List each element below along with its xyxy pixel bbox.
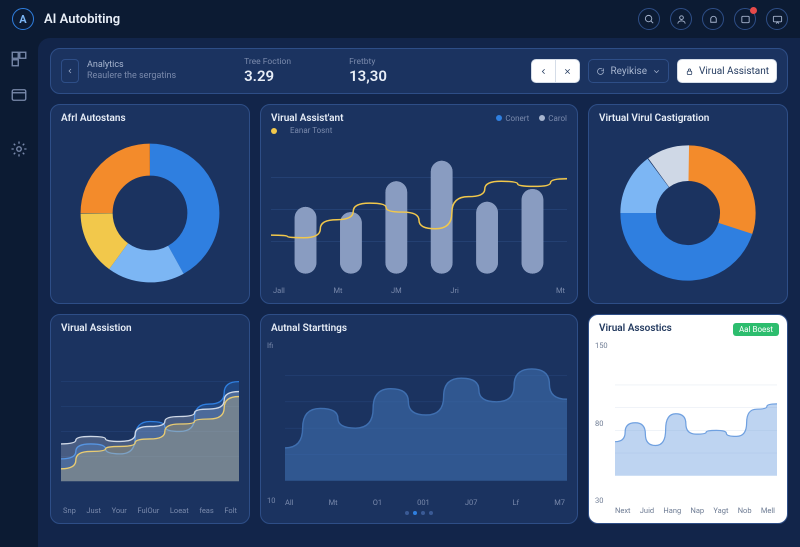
badge-boost[interactable]: Aal Boest — [733, 323, 779, 336]
chevron-down-icon — [652, 67, 661, 76]
assistant-button[interactable]: Virual Assistant — [677, 59, 777, 83]
breadcrumb-title: Analytics — [87, 60, 176, 71]
search-icon[interactable] — [638, 8, 660, 30]
area-chart-1 — [61, 334, 239, 504]
area1-xaxis: SnpJustYourFulOurLoeatfeasFolt — [61, 504, 239, 515]
breadcrumb-back[interactable] — [61, 59, 79, 83]
app-title: AI Autobiting — [44, 12, 120, 27]
left-rail — [0, 38, 38, 547]
notification-icon[interactable] — [734, 8, 756, 30]
refresh-label: Reyikise — [610, 66, 647, 77]
card-area-1: Virual Assistion SnpJustYourFulOurLoeatf… — [50, 314, 250, 524]
bell-icon[interactable] — [702, 8, 724, 30]
assistant-label: Virual Assistant — [699, 66, 769, 77]
chat-icon[interactable] — [766, 8, 788, 30]
nav-close-button[interactable] — [555, 59, 580, 83]
metric-1-label: Tree Foction — [244, 57, 291, 67]
donut-chart-1 — [61, 124, 239, 302]
card-bars-legend: Conert Carol — [496, 114, 567, 123]
donut-chart-2 — [599, 124, 777, 302]
nav-segment — [531, 59, 580, 83]
refresh-button[interactable]: Reyikise — [588, 59, 669, 83]
card-bars-title: Virual Assist'ant — [271, 113, 344, 124]
area-chart-3 — [615, 334, 777, 504]
area3-yaxis: 1508030 — [595, 341, 608, 505]
area3-xaxis: NextJuidHangNapYagtNobMell — [599, 504, 777, 515]
breadcrumb: Analytics Reaulere the sergatins — [61, 59, 176, 83]
dashboard-grid: Afrl Autostans Virual Assist'ant Conert — [50, 104, 788, 524]
card-area-2: Autnal Starttings Ifi10 AllMtO1001J07LfM… — [260, 314, 578, 524]
bars-xaxis: JallMtJMJriMt — [271, 284, 567, 295]
card-donut-1: Afrl Autostans — [50, 104, 250, 304]
series-label: Eanar Tosnt — [290, 126, 332, 135]
lock-icon — [685, 67, 694, 76]
metric-2-label: Fretbty — [349, 57, 387, 67]
breadcrumb-subtitle: Reaulere the sergatins — [87, 71, 176, 82]
bar-chart — [271, 135, 567, 284]
card-donut-2: Virtual Virul Castigration — [588, 104, 788, 304]
rail-item-window[interactable] — [10, 86, 28, 104]
card-area-3: Virual Assostics Aal Boest 1508030 NextJ… — [588, 314, 788, 524]
top-bar: A AI Autobiting — [0, 0, 800, 38]
metric-1-value: 3.29 — [244, 67, 291, 85]
nav-back-button[interactable] — [531, 59, 555, 83]
card-area-1-title: Virual Assistion — [61, 323, 239, 334]
rail-item-dashboard[interactable] — [10, 50, 28, 68]
card-donut-1-title: Afrl Autostans — [61, 113, 239, 124]
metric-2: Fretbty 13,30 — [349, 57, 387, 85]
area2-yaxis: Ifi10 — [267, 341, 275, 505]
metric-2-value: 13,30 — [349, 67, 387, 85]
card-donut-2-title: Virtual Virul Castigration — [599, 113, 777, 124]
area2-xaxis: AllMtO1001J07LfM7 — [271, 496, 567, 507]
main-area: Analytics Reaulere the sergatins Tree Fo… — [38, 38, 800, 547]
metric-1: Tree Foction 3.29 — [244, 57, 291, 85]
user-icon[interactable] — [670, 8, 692, 30]
card-area-2-title: Autnal Starttings — [271, 323, 567, 334]
rail-item-settings[interactable] — [10, 140, 28, 158]
card-bars: Virual Assist'ant Conert Carol Eanar Tos… — [260, 104, 578, 304]
pager-dots[interactable] — [271, 511, 567, 515]
area-chart-2 — [285, 334, 567, 496]
header-box: Analytics Reaulere the sergatins Tree Fo… — [50, 48, 788, 94]
app-logo: A — [12, 8, 34, 30]
